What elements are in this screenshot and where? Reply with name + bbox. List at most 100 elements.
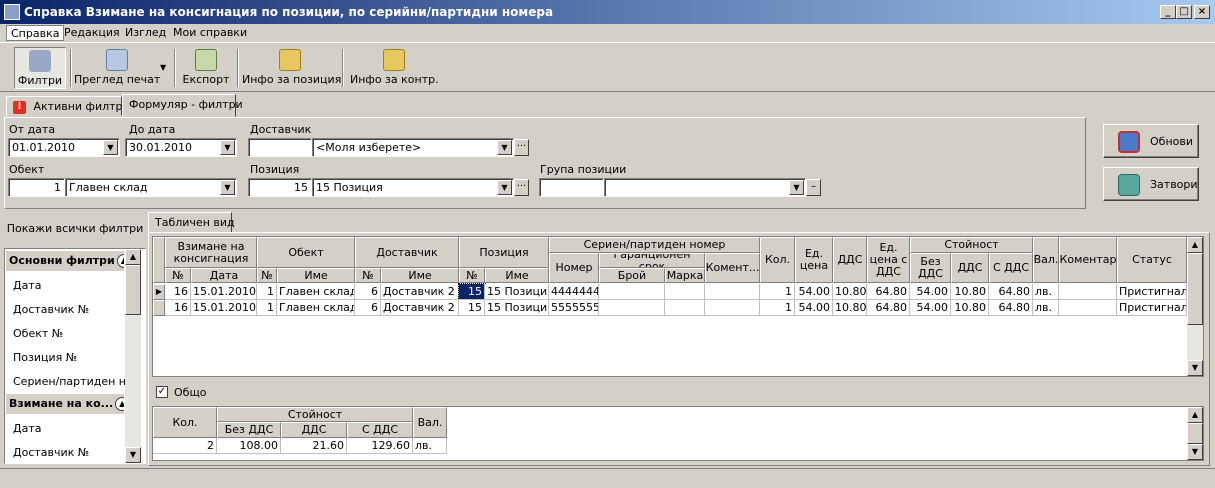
object-dropdown-icon[interactable]: ▼ <box>220 180 235 195</box>
grid-cell-w-brand[interactable] <box>665 284 705 300</box>
filter-list-scrollbar[interactable]: ▲ ▼ <box>125 249 141 463</box>
object-code-field[interactable]: 1 <box>8 178 65 197</box>
filter-item-date[interactable]: Дата <box>6 275 126 295</box>
grid-cell-unit-price-vat[interactable]: 64.80 <box>867 284 910 300</box>
grid-cell-pos-num[interactable]: 15 <box>459 300 485 316</box>
grid-cell-pos-name[interactable]: 15 Позиция <box>485 300 549 316</box>
grid-cell-val-no-vat[interactable]: 54.00 <box>910 284 951 300</box>
grid-cell-w-comment[interactable] <box>705 284 760 300</box>
grid-cell-val-no-vat[interactable]: 54.00 <box>910 300 951 316</box>
grid-cell-unit-price-vat[interactable]: 64.80 <box>867 300 910 316</box>
totals-checkbox[interactable]: ✓ <box>156 386 168 398</box>
supplier-code-field[interactable] <box>248 138 312 157</box>
show-all-filters-button[interactable]: Покажи всички филтри <box>4 212 146 248</box>
grid-cell-qty[interactable]: 1 <box>760 300 795 316</box>
object-select[interactable]: Главен склад <box>65 178 237 197</box>
filter-group-consignment[interactable]: Взимане на ко... ▲ <box>6 394 124 414</box>
position-code-field[interactable]: 15 <box>248 178 312 197</box>
position-group-clear-button[interactable]: – <box>806 179 821 196</box>
grid-cell-num[interactable]: 16 <box>165 300 191 316</box>
menu-view[interactable]: Изглед <box>121 25 170 41</box>
supplier-dropdown-icon[interactable]: ▼ <box>497 140 512 155</box>
grid-cell-qty[interactable]: 1 <box>760 284 795 300</box>
grid-cell-pos-name[interactable]: 15 Позиция <box>485 284 549 300</box>
menu-edit[interactable]: Редакция <box>60 25 124 41</box>
filter-item-consignment-supplier[interactable]: Доставчик № <box>6 442 126 462</box>
menu-my-reports[interactable]: Мои справки <box>169 25 251 41</box>
scroll-up-icon[interactable]: ▲ <box>1187 237 1203 253</box>
grid-cell-comment[interactable] <box>1059 300 1117 316</box>
contragent-info-button[interactable]: Инфо за контр. <box>350 47 439 89</box>
print-preview-button[interactable]: Преглед печат <box>74 47 160 89</box>
position-dropdown-icon[interactable]: ▼ <box>497 180 512 195</box>
grid-cell-currency[interactable]: лв. <box>1033 300 1059 316</box>
grid-cell-w-count[interactable] <box>599 284 665 300</box>
grid-cell-serial[interactable]: 5555555 <box>549 300 599 316</box>
grid-cell-status[interactable]: Пристигнал <box>1117 300 1187 316</box>
grid-cell-currency[interactable]: лв. <box>1033 284 1059 300</box>
grid-scrollbar[interactable]: ▲ ▼ <box>1187 237 1203 376</box>
scroll-down-icon[interactable]: ▼ <box>1187 360 1203 376</box>
grid-cell-date[interactable]: 15.01.2010 <box>191 300 257 316</box>
position-group-code-field[interactable] <box>539 178 604 197</box>
grid-cell-vat[interactable]: 10.80 <box>833 284 867 300</box>
export-button[interactable]: Експорт <box>180 47 232 89</box>
position-group-dropdown-icon[interactable]: ▼ <box>789 180 804 195</box>
filters-button[interactable]: Филтри <box>14 47 66 89</box>
tab-table-view[interactable]: Табличен вид <box>148 212 235 232</box>
grid-cell-pos-num[interactable]: 15 <box>458 283 486 301</box>
grid-cell-unit-price[interactable]: 54.00 <box>795 300 833 316</box>
grid-cell-val-vat[interactable]: 10.80 <box>951 300 989 316</box>
scroll-up-icon[interactable]: ▲ <box>1187 407 1203 423</box>
supplier-browse-button[interactable]: ··· <box>514 139 529 156</box>
grid-cell-sup-name[interactable]: Доставчик 2 <box>381 284 459 300</box>
filter-item-consignment-date[interactable]: Дата <box>6 418 126 438</box>
filter-group-basic[interactable]: Основни филтри ▲ <box>6 251 124 271</box>
grid-cell-val-vat[interactable]: 10.80 <box>951 284 989 300</box>
scroll-up-icon[interactable]: ▲ <box>125 249 141 265</box>
position-group-select[interactable] <box>604 178 806 197</box>
scroll-down-icon[interactable]: ▼ <box>125 447 141 463</box>
grid-cell-obj-name[interactable]: Главен склад <box>277 300 355 316</box>
grid-cell-w-comment[interactable] <box>705 300 760 316</box>
tab-active-filters[interactable]: ! Активни филтри <box>6 96 130 116</box>
grid-cell-vat[interactable]: 10.80 <box>833 300 867 316</box>
position-select[interactable]: 15 Позиция <box>312 178 514 197</box>
refresh-button[interactable]: Обнови <box>1103 124 1199 158</box>
filter-item-position[interactable]: Позиция № <box>6 347 126 367</box>
grid-cell-sup-name[interactable]: Доставчик 2 <box>381 300 459 316</box>
minimize-button[interactable]: _ <box>1160 5 1176 19</box>
grid-cell-val-with-vat[interactable]: 64.80 <box>989 284 1033 300</box>
position-info-button[interactable]: Инфо за позиция <box>242 47 341 89</box>
totals-scrollbar[interactable]: ▲ ▼ <box>1187 407 1203 460</box>
grid-cell-status[interactable]: Пристигнал <box>1117 284 1187 300</box>
supplier-select[interactable]: <Моля изберете> <box>312 138 514 157</box>
scroll-down-icon[interactable]: ▼ <box>1187 444 1203 460</box>
maximize-button[interactable]: □ <box>1176 5 1192 19</box>
tab-form-filters[interactable]: Формуляр - филтри <box>122 94 243 117</box>
grid-cell-obj-name[interactable]: Главен склад <box>277 284 355 300</box>
grid-cell-obj-num[interactable]: 1 <box>257 284 277 300</box>
grid-cell-val-with-vat[interactable]: 64.80 <box>989 300 1033 316</box>
row-indicator[interactable] <box>153 300 165 316</box>
filter-item-object[interactable]: Обект № <box>6 323 126 343</box>
filter-item-serial[interactable]: Сериен/партиден номер <box>6 371 126 391</box>
position-browse-button[interactable]: ··· <box>514 179 529 196</box>
grid-cell-sup-num[interactable]: 6 <box>355 300 381 316</box>
menu-report[interactable]: Справка <box>6 25 65 41</box>
to-date-dropdown-icon[interactable]: ▼ <box>220 140 235 155</box>
grid-cell-comment[interactable] <box>1059 284 1117 300</box>
grid-cell-w-brand[interactable] <box>665 300 705 316</box>
row-indicator[interactable]: ▶ <box>153 284 165 300</box>
filter-item-supplier[interactable]: Доставчик № <box>6 299 126 319</box>
print-preview-dropdown-icon[interactable]: ▼ <box>160 63 166 72</box>
grid-cell-unit-price[interactable]: 54.00 <box>795 284 833 300</box>
grid-cell-sup-num[interactable]: 6 <box>355 284 381 300</box>
grid-cell-date[interactable]: 15.01.2010 <box>191 284 257 300</box>
from-date-dropdown-icon[interactable]: ▼ <box>103 140 118 155</box>
grid-cell-obj-num[interactable]: 1 <box>257 300 277 316</box>
close-window-button[interactable]: × <box>1194 5 1210 19</box>
grid-cell-w-count[interactable] <box>599 300 665 316</box>
close-button[interactable]: Затвори <box>1103 167 1199 201</box>
grid-cell-num[interactable]: 16 <box>165 284 191 300</box>
